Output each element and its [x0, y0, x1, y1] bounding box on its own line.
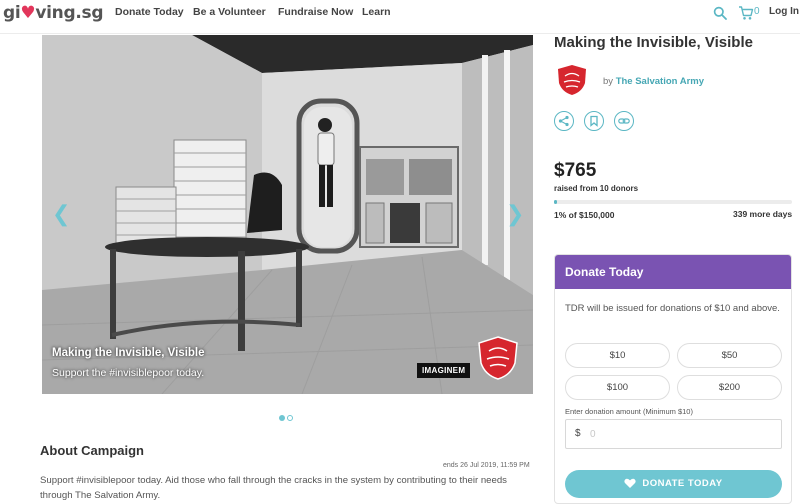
campaign-end-date: ends 26 Jul 2019, 11:59 PM	[443, 462, 530, 469]
login-link[interactable]: Log In	[769, 6, 799, 17]
carousel-dot-1[interactable]	[279, 415, 285, 421]
about-campaign-heading: About Campaign	[40, 443, 144, 458]
hero-photo	[42, 35, 533, 394]
imaginem-watermark: IMAGINEM	[417, 363, 471, 378]
bookmark-button[interactable]	[584, 111, 604, 131]
link-icon	[618, 118, 630, 124]
donate-today-label: DONATE TODAY	[642, 478, 723, 489]
nav-be-a-volunteer[interactable]: Be a Volunteer	[193, 6, 266, 18]
donor-count-text: raised from 10 donors	[554, 184, 639, 193]
donation-amount-input[interactable]	[590, 426, 770, 442]
donation-amount-label: Enter donation amount (Minimum $10)	[565, 407, 693, 416]
salvation-army-shield-logo	[478, 336, 518, 380]
copy-link-button[interactable]	[614, 111, 634, 131]
amount-raised: $765	[554, 160, 597, 181]
nav-learn[interactable]: Learn	[362, 6, 391, 18]
by-prefix: by	[603, 76, 614, 87]
hero-caption-subtitle: Support the #invisiblepoor today.	[52, 367, 205, 379]
organizer-link[interactable]: The Salvation Army	[616, 76, 704, 87]
giving-sg-logo[interactable]: gi♥ving.sg	[3, 3, 103, 23]
logo-text-left: gi	[3, 3, 21, 23]
chevron-left-icon[interactable]: ❮	[52, 203, 70, 225]
nav-fundraise-now[interactable]: Fundraise Now	[278, 6, 353, 18]
cart-icon[interactable]	[738, 5, 754, 21]
donate-card: Donate Today TDR will be issued for dona…	[554, 254, 792, 504]
campaign-title: Making the Invisible, Visible	[554, 34, 753, 51]
chevron-right-icon[interactable]: ❯	[506, 203, 524, 225]
logo-text-right: ving.sg	[35, 3, 104, 23]
funding-progress-fill	[554, 200, 557, 204]
funding-progress-bar	[554, 200, 792, 204]
amount-option-50[interactable]: $50	[677, 343, 782, 368]
logo-heart-icon: ♥	[20, 3, 36, 23]
carousel-dot-2[interactable]	[287, 415, 293, 421]
top-nav: gi♥ving.sg Donate Today Be a Volunteer F…	[0, 0, 800, 34]
amount-option-100[interactable]: $100	[565, 375, 670, 400]
donation-amount-field[interactable]: $	[565, 419, 782, 449]
donate-card-header: Donate Today	[555, 255, 791, 289]
search-icon[interactable]	[713, 6, 727, 20]
share-icon	[558, 115, 569, 127]
cart-count: 0	[754, 6, 760, 17]
donate-today-button[interactable]: DONATE TODAY	[565, 470, 782, 498]
hero-caption-title: Making the Invisible, Visible	[52, 347, 205, 359]
heart-icon	[624, 478, 636, 488]
funding-percent-text: 1% of $150,000	[554, 210, 615, 220]
nav-donate-today[interactable]: Donate Today	[115, 6, 184, 18]
hero-carousel[interactable]: ❮ ❯ Making the Invisible, Visible Suppor…	[42, 35, 533, 394]
donate-card-title: Donate Today	[565, 265, 644, 279]
about-campaign-body: Support #invisiblepoor today. Aid those …	[40, 475, 507, 501]
share-button[interactable]	[554, 111, 574, 131]
organizer-line: by The Salvation Army	[603, 76, 704, 87]
organization-logo[interactable]	[556, 64, 588, 96]
tdr-note: TDR will be issued for donations of $10 …	[565, 303, 780, 314]
bookmark-icon	[590, 115, 598, 127]
carousel-dots	[279, 408, 295, 426]
amount-option-200[interactable]: $200	[677, 375, 782, 400]
days-remaining-text: 339 more days	[733, 209, 793, 219]
amount-option-10[interactable]: $10	[565, 343, 670, 368]
currency-symbol: $	[575, 428, 581, 439]
